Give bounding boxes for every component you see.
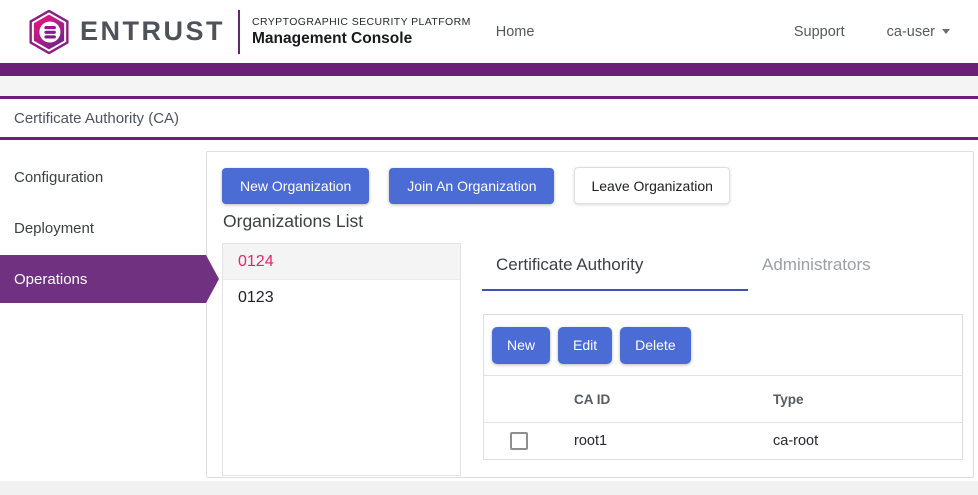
tab-administrators[interactable]: Administrators: [748, 255, 978, 291]
leave-organization-button[interactable]: Leave Organization: [574, 167, 729, 204]
product-title-block: CRYPTOGRAPHIC SECURITY PLATFORM Manageme…: [252, 16, 471, 48]
ca-actions-toolbar: New Edit Delete: [484, 315, 962, 376]
detail-tabs: Certificate Authority Administrators: [482, 255, 978, 291]
operations-card: New Organization Join An Organization Le…: [206, 151, 974, 478]
organization-actions-toolbar: New Organization Join An Organization Le…: [222, 167, 730, 204]
org-list-item-0123[interactable]: 0123: [223, 280, 460, 316]
join-organization-button[interactable]: Join An Organization: [389, 168, 554, 204]
header-divider: [238, 10, 240, 54]
nav-home-link[interactable]: Home: [496, 24, 535, 40]
tab-certificate-authority[interactable]: Certificate Authority: [482, 255, 748, 291]
cell-ca-id: root1: [574, 433, 773, 449]
certificate-authority-panel: New Edit Delete CA ID Type root1 ca-root: [483, 314, 963, 460]
app-header: ENTRUST CRYPTOGRAPHIC SECURITY PLATFORM …: [0, 0, 978, 63]
row-checkbox[interactable]: [510, 432, 528, 450]
product-line: CRYPTOGRAPHIC SECURITY PLATFORM: [252, 16, 471, 28]
row-checkbox-cell: [484, 432, 574, 450]
sidebar-item-deployment[interactable]: Deployment: [0, 204, 206, 252]
sidebar-item-configuration[interactable]: Configuration: [0, 153, 206, 201]
content-area: Configuration Deployment Operations New …: [0, 140, 978, 495]
cell-type: ca-root: [773, 433, 962, 449]
management-console-app: ENTRUST CRYPTOGRAPHIC SECURITY PLATFORM …: [0, 0, 978, 495]
user-menu[interactable]: ca-user: [887, 24, 950, 40]
ca-table-header: CA ID Type: [484, 376, 962, 423]
header-right: Support ca-user: [794, 24, 950, 40]
brand-wordmark: ENTRUST: [80, 16, 225, 47]
ca-delete-button[interactable]: Delete: [620, 327, 690, 364]
support-link[interactable]: Support: [794, 24, 845, 40]
organizations-list: 0124 0123: [222, 243, 461, 476]
organizations-list-title: Organizations List: [223, 211, 363, 232]
entrust-hexagon-icon: [27, 10, 71, 54]
page-title: Certificate Authority (CA): [14, 110, 179, 127]
chevron-down-icon: [942, 29, 950, 34]
user-menu-label: ca-user: [887, 24, 935, 40]
column-header-ca-id: CA ID: [574, 392, 773, 407]
table-row: root1 ca-root: [484, 423, 962, 459]
ca-edit-button[interactable]: Edit: [558, 327, 612, 364]
product-name: Management Console: [252, 30, 471, 48]
ca-new-button[interactable]: New: [492, 327, 550, 364]
footer-strip: [0, 481, 978, 495]
entrust-logo[interactable]: ENTRUST: [27, 10, 225, 54]
column-header-type: Type: [773, 392, 962, 407]
new-organization-button[interactable]: New Organization: [222, 168, 369, 204]
sidebar-item-operations[interactable]: Operations: [0, 255, 206, 303]
purple-accent-bar: [0, 63, 978, 76]
gray-strip: [0, 76, 978, 96]
org-list-item-0124[interactable]: 0124: [223, 244, 460, 280]
breadcrumb: Certificate Authority (CA): [0, 99, 978, 137]
